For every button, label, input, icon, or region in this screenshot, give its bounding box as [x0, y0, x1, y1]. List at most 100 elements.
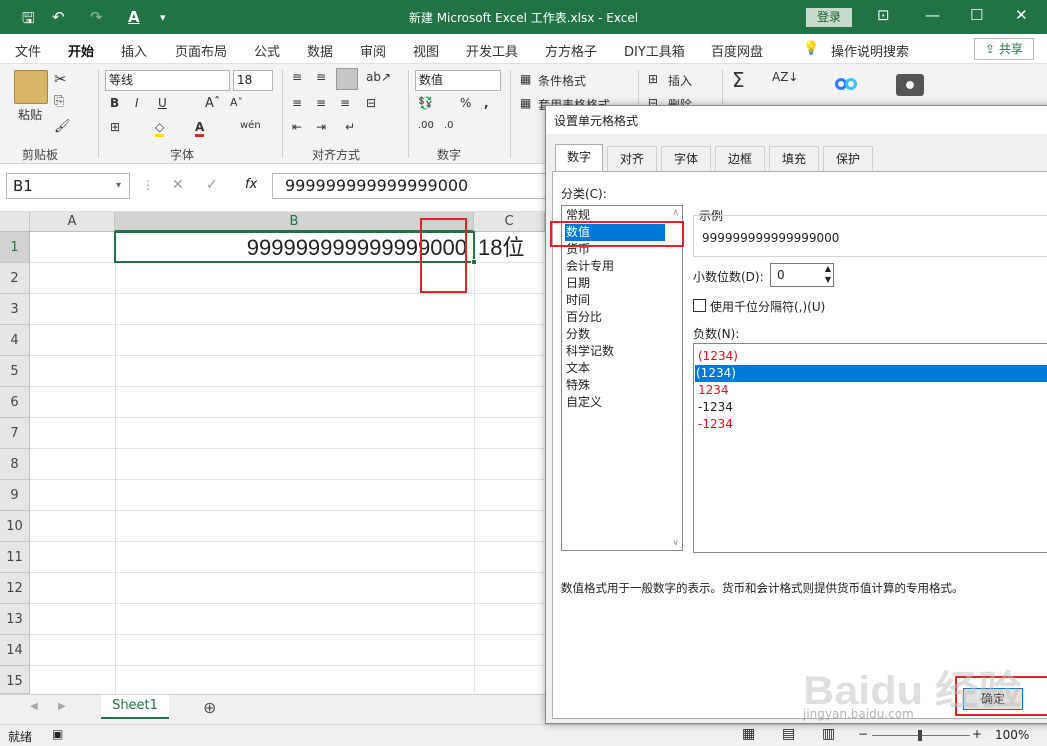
row-header-11[interactable]: 11 [0, 542, 30, 573]
row-header-2[interactable]: 2 [0, 263, 30, 294]
decrease-decimal-icon[interactable]: .0 [444, 120, 454, 131]
page-layout-view-icon[interactable]: ▤ [782, 726, 795, 742]
negative-numbers-list[interactable]: (1234) (1234) 1234 -1234 -1234 [693, 343, 1047, 553]
thousands-separator-checkbox[interactable] [693, 299, 706, 312]
negative-option[interactable]: -1234 [697, 416, 733, 433]
macro-record-icon[interactable]: ▣ [52, 727, 63, 741]
login-button[interactable]: 登录 [806, 8, 852, 27]
formula-input[interactable]: 999999999999999000 [272, 173, 547, 199]
increase-font-icon[interactable]: Aˆ [205, 96, 220, 111]
category-item[interactable]: 百分比 [565, 309, 602, 326]
ribbon-display-icon[interactable]: ⊡ [877, 6, 890, 24]
negative-option[interactable]: -1234 [697, 399, 733, 416]
decrease-indent-icon[interactable]: ⇤ [292, 120, 302, 134]
dialog-tab-alignment[interactable]: 对齐 [607, 146, 657, 171]
tab-diy-toolbox[interactable]: DIY工具箱 [624, 41, 685, 60]
dialog-tab-number[interactable]: 数字 [555, 144, 603, 172]
tab-home[interactable]: 开始 [68, 41, 95, 67]
row-header-5[interactable]: 5 [0, 356, 30, 387]
align-center-icon[interactable]: ≡ [316, 96, 326, 110]
fill-color-icon[interactable]: ◇ [155, 120, 165, 137]
percent-icon[interactable]: % [460, 96, 471, 110]
category-list[interactable]: 常规 数值 货币 会计专用 日期 时间 百分比 分数 科学记数 文本 特殊 自定… [561, 205, 683, 551]
dialog-tab-border[interactable]: 边框 [715, 146, 765, 171]
row-header-8[interactable]: 8 [0, 449, 30, 480]
zoom-out-icon[interactable]: − [858, 727, 868, 741]
maximize-icon[interactable]: ☐ [970, 6, 983, 24]
currency-icon[interactable]: 💱 [418, 96, 433, 110]
cancel-icon[interactable]: ✕ [172, 177, 184, 193]
share-button[interactable]: ⇪ 共享 [974, 38, 1034, 60]
insert-cells-icon[interactable]: ⊞ [648, 72, 658, 86]
borders-icon[interactable]: ⊞ [110, 120, 120, 134]
paste-label[interactable]: 粘贴 [18, 106, 42, 123]
category-item[interactable]: 日期 [565, 275, 590, 292]
negative-option[interactable]: (1234) [697, 348, 738, 365]
align-right-icon[interactable]: ≡ [340, 96, 350, 110]
conditional-format-button[interactable]: 条件格式 [538, 72, 586, 89]
tab-review[interactable]: 审阅 [360, 41, 386, 60]
insert-function-icon[interactable]: fx [245, 177, 257, 192]
dialog-tab-protection[interactable]: 保护 [823, 146, 873, 171]
row-header-10[interactable]: 10 [0, 511, 30, 542]
table-format-icon[interactable]: ▦ [520, 96, 531, 110]
name-box-dropdown-icon[interactable]: ▾ [116, 180, 121, 191]
row-header-12[interactable]: 12 [0, 573, 30, 604]
close-icon[interactable]: ✕ [1015, 6, 1028, 24]
fill-handle[interactable] [471, 259, 477, 265]
thousands-separator-label[interactable]: 使用千位分隔符(,)(U) [710, 298, 825, 315]
row-header-6[interactable]: 6 [0, 387, 30, 418]
page-break-view-icon[interactable]: ▥ [822, 726, 835, 742]
increase-indent-icon[interactable]: ⇥ [316, 120, 326, 134]
zoom-level[interactable]: 100% [995, 728, 1029, 742]
tab-insert[interactable]: 插入 [121, 41, 147, 60]
row-header-9[interactable]: 9 [0, 480, 30, 511]
zoom-thumb[interactable] [918, 730, 922, 741]
tab-page-layout[interactable]: 页面布局 [175, 41, 227, 60]
autosum-icon[interactable]: Σ [732, 68, 745, 92]
scroll-down-icon[interactable]: ∨ [672, 538, 679, 548]
category-item[interactable]: 会计专用 [565, 258, 614, 275]
category-item[interactable]: 自定义 [565, 394, 602, 411]
zoom-in-icon[interactable]: + [972, 727, 982, 741]
tell-me-search[interactable]: 操作说明搜索 [831, 41, 909, 60]
tab-baidu-netdisk[interactable]: 百度网盘 [711, 41, 763, 60]
font-color-icon[interactable]: A [195, 120, 205, 137]
decimals-spinner[interactable]: 0 ▲ ▼ [770, 263, 834, 287]
row-header-3[interactable]: 3 [0, 294, 30, 325]
tab-formulas[interactable]: 公式 [254, 41, 280, 60]
enter-icon[interactable]: ✓ [206, 177, 218, 193]
underline-button[interactable]: U [158, 96, 167, 110]
category-item[interactable]: 科学记数 [565, 343, 614, 360]
negative-option[interactable]: 1234 [697, 382, 729, 399]
orientation-icon[interactable]: ab↗ [366, 70, 391, 84]
tab-file[interactable]: 文件 [15, 41, 41, 60]
font-size-dropdown[interactable]: 18 [233, 70, 273, 91]
italic-button[interactable]: I [135, 96, 139, 110]
scroll-up-icon[interactable]: ∧ [672, 208, 679, 218]
row-header-4[interactable]: 4 [0, 325, 30, 356]
merge-center-icon[interactable]: ⊟ [366, 96, 376, 110]
normal-view-icon[interactable]: ▦ [742, 726, 755, 742]
camera-icon[interactable] [896, 74, 924, 96]
font-name-dropdown[interactable]: 等线 [105, 70, 230, 91]
name-box[interactable]: B1 [6, 173, 130, 199]
copy-icon[interactable]: ⎘ [54, 94, 64, 109]
row-header-7[interactable]: 7 [0, 418, 30, 449]
column-header-a[interactable]: A [30, 212, 115, 232]
sort-filter-icon[interactable]: AZ↓ [772, 70, 798, 84]
select-all-corner[interactable] [0, 212, 30, 232]
column-header-c[interactable]: C [474, 212, 545, 232]
row-header-13[interactable]: 13 [0, 604, 30, 635]
cut-icon[interactable]: ✂ [54, 70, 67, 88]
bold-button[interactable]: B [110, 96, 119, 110]
dialog-tab-font[interactable]: 字体 [661, 146, 711, 171]
tab-view[interactable]: 视图 [413, 41, 439, 60]
format-painter-icon[interactable]: 🖌 [54, 119, 71, 134]
spin-down-icon[interactable]: ▼ [825, 275, 831, 284]
paste-icon[interactable] [14, 70, 48, 104]
category-item[interactable]: 时间 [565, 292, 590, 309]
category-item[interactable]: 文本 [565, 360, 590, 377]
negative-option-selected[interactable]: (1234) [695, 365, 1047, 382]
sheet-tab-sheet1[interactable]: Sheet1 [101, 695, 169, 719]
